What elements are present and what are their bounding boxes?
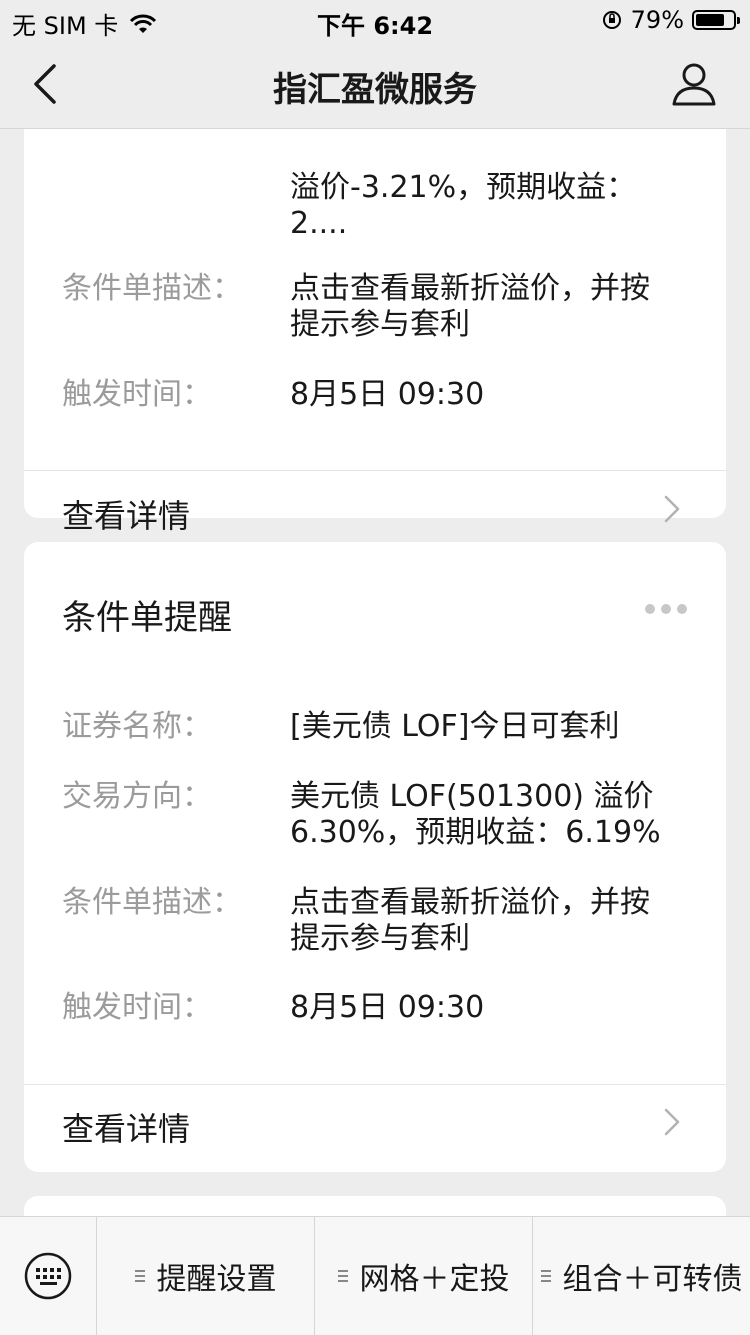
status-bar: 无 SIM 卡 下午 6:42 79% — [0, 0, 750, 40]
divider — [24, 1084, 726, 1085]
orientation-lock-icon — [602, 11, 621, 29]
keyboard-icon — [24, 1252, 72, 1300]
view-details-button[interactable]: 查看详情 — [62, 491, 690, 535]
trigger-time-value: 8月5日 09:30 — [290, 377, 485, 412]
menu-item-label: 网格＋定投 — [359, 1262, 510, 1297]
bottom-menu-bar: 提醒设置 网格＋定投 组合＋可转债 — [0, 1216, 750, 1335]
trade-direction-label: 交易方向： — [62, 779, 212, 814]
view-details-label: 查看详情 — [62, 497, 191, 535]
partial-value-line2: 2.... — [290, 206, 348, 241]
page-title: 指汇盈微服务 — [273, 70, 477, 110]
description-label: 条件单描述： — [62, 885, 242, 920]
trigger-time-value: 8月5日 09:30 — [290, 990, 485, 1025]
battery-percent: 79% — [630, 6, 684, 34]
description-value: 点击查看最新折溢价，并按 提示参与套利 — [290, 885, 690, 957]
security-name-value: [美元债 LOF]今日可套利 — [290, 709, 620, 744]
menu-item-portfolio-convertible[interactable]: 组合＋可转债 — [533, 1217, 750, 1335]
more-options-icon[interactable] — [644, 603, 688, 615]
reminder-card — [24, 1196, 726, 1216]
description-label: 条件单描述： — [62, 271, 242, 306]
nav-bar: 指汇盈微服务 — [0, 40, 750, 129]
message-list[interactable]: 溢价-3.21%，预期收益： 2.... 条件单描述： 点击查看最新折溢价，并按… — [0, 40, 750, 1216]
person-icon[interactable] — [670, 60, 718, 108]
battery-icon — [692, 10, 740, 30]
trade-direction-line2: 6.30%，预期收益：6.19% — [290, 815, 661, 850]
trade-direction-line1: 美元债 LOF(501300) 溢价 — [290, 779, 654, 814]
divider — [24, 470, 726, 471]
description-line2: 提示参与套利 — [290, 307, 470, 342]
security-name-label: 证券名称： — [62, 709, 212, 744]
trigger-time-label: 触发时间： — [62, 990, 212, 1025]
keyboard-toggle-button[interactable] — [0, 1217, 97, 1335]
description-line1: 点击查看最新折溢价，并按 — [290, 271, 650, 306]
trade-direction-value: 美元债 LOF(501300) 溢价 6.30%，预期收益：6.19% — [290, 779, 690, 851]
description-line2: 提示参与套利 — [290, 921, 470, 956]
view-details-button[interactable]: 查看详情 — [62, 1104, 690, 1148]
trigger-time-label: 触发时间： — [62, 377, 212, 412]
menu-lines-icon — [337, 1267, 348, 1285]
reminder-card: 条件单提醒 证券名称： [美元债 LOF]今日可套利 交易方向： 美元债 LOF… — [24, 542, 726, 1172]
menu-lines-icon — [134, 1267, 145, 1285]
description-value: 点击查看最新折溢价，并按 提示参与套利 — [290, 271, 690, 343]
card-title: 条件单提醒 — [62, 598, 232, 638]
menu-lines-icon — [540, 1267, 551, 1285]
chevron-right-icon — [664, 1108, 680, 1136]
battery-fill — [696, 14, 725, 26]
status-right: 79% — [601, 6, 740, 34]
partial-value-line1: 溢价-3.21%，预期收益： — [290, 170, 637, 205]
view-details-label: 查看详情 — [62, 1110, 191, 1148]
menu-item-grid-investment[interactable]: 网格＋定投 — [315, 1217, 533, 1335]
menu-item-label: 组合＋可转债 — [562, 1262, 743, 1297]
menu-item-reminder-settings[interactable]: 提醒设置 — [97, 1217, 315, 1335]
description-line1: 点击查看最新折溢价，并按 — [290, 885, 650, 920]
chevron-right-icon — [664, 495, 680, 523]
menu-item-label: 提醒设置 — [156, 1262, 277, 1297]
